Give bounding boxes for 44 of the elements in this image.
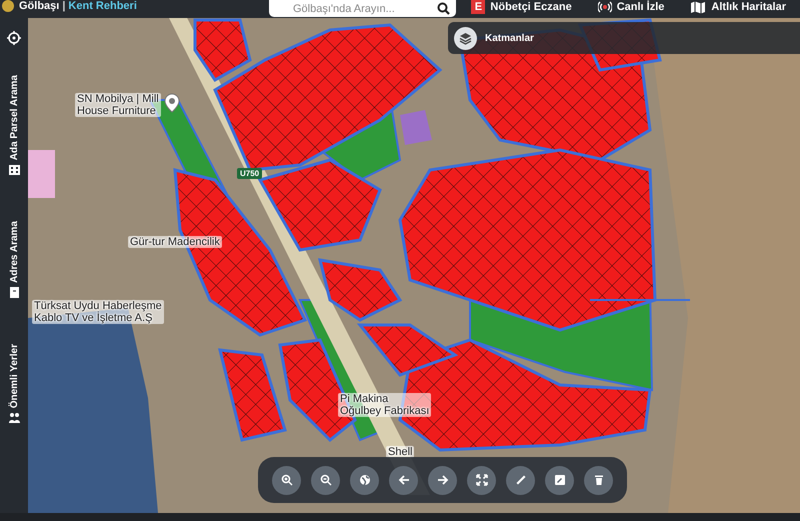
globe-button[interactable]: [350, 466, 379, 494]
back-button[interactable]: [389, 466, 418, 494]
building-icon: [8, 163, 20, 176]
fullscreen-icon: [476, 474, 488, 486]
broadcast-icon: [598, 1, 612, 13]
brand-subtitle: Kent Rehberi: [68, 0, 137, 13]
address-search-tab[interactable]: Adres Arama: [8, 221, 20, 300]
place-label[interactable]: Pi Makina Oğulbey Fabrikası: [338, 393, 432, 417]
place-label[interactable]: Türksat Uydu Haberleşme Kablo TV ve İşletme A.Ş: [32, 300, 164, 324]
ruler-icon: [514, 474, 526, 486]
zoom-in-icon: [280, 474, 292, 486]
zoom-out-icon: [320, 474, 332, 486]
zoom-out-button[interactable]: [311, 466, 340, 494]
brand-separator: |: [62, 0, 66, 13]
brand-name: Gölbaşı: [19, 0, 60, 13]
layers-title: Katmanlar: [485, 32, 534, 44]
pharmacy-badge: E: [471, 0, 486, 14]
layers-icon: [459, 32, 472, 44]
edit-icon: [554, 474, 566, 486]
road-shield: U750: [237, 168, 262, 179]
trash-icon: [592, 474, 604, 486]
crosshair-icon[interactable]: [7, 31, 21, 45]
nav-link[interactable]: Canlı İzle: [598, 0, 664, 14]
globe-icon: [358, 474, 370, 486]
nav-link[interactable]: E Nöbetçi Eczane: [471, 0, 572, 14]
nav-link[interactable]: Altlık Haritalar: [690, 0, 786, 14]
draw-button[interactable]: [545, 466, 574, 494]
people-icon: [8, 411, 20, 424]
forward-arrow-icon: [436, 474, 448, 486]
parcel-search-tab[interactable]: Ada Parsel Arama: [8, 75, 20, 176]
search-icon: [437, 2, 450, 15]
back-arrow-icon: [398, 474, 410, 486]
search-field[interactable]: Gölbaşı'nda Arayın...: [269, 0, 456, 17]
layers-button[interactable]: [454, 26, 477, 50]
places-tab[interactable]: Önemli Yerler: [8, 344, 20, 424]
measure-button[interactable]: [506, 466, 535, 494]
location-pin-icon[interactable]: [164, 93, 180, 113]
place-label[interactable]: SN Mobilya | Mill House Furniture: [75, 93, 161, 117]
place-label[interactable]: Gür-tur Madencilik: [128, 236, 222, 248]
zoom-in-button[interactable]: [272, 466, 301, 494]
satellite-map-drawing[interactable]: [28, 18, 800, 513]
fullscreen-button[interactable]: [467, 466, 496, 494]
delete-button[interactable]: [584, 466, 613, 494]
forward-button[interactable]: [428, 466, 457, 494]
